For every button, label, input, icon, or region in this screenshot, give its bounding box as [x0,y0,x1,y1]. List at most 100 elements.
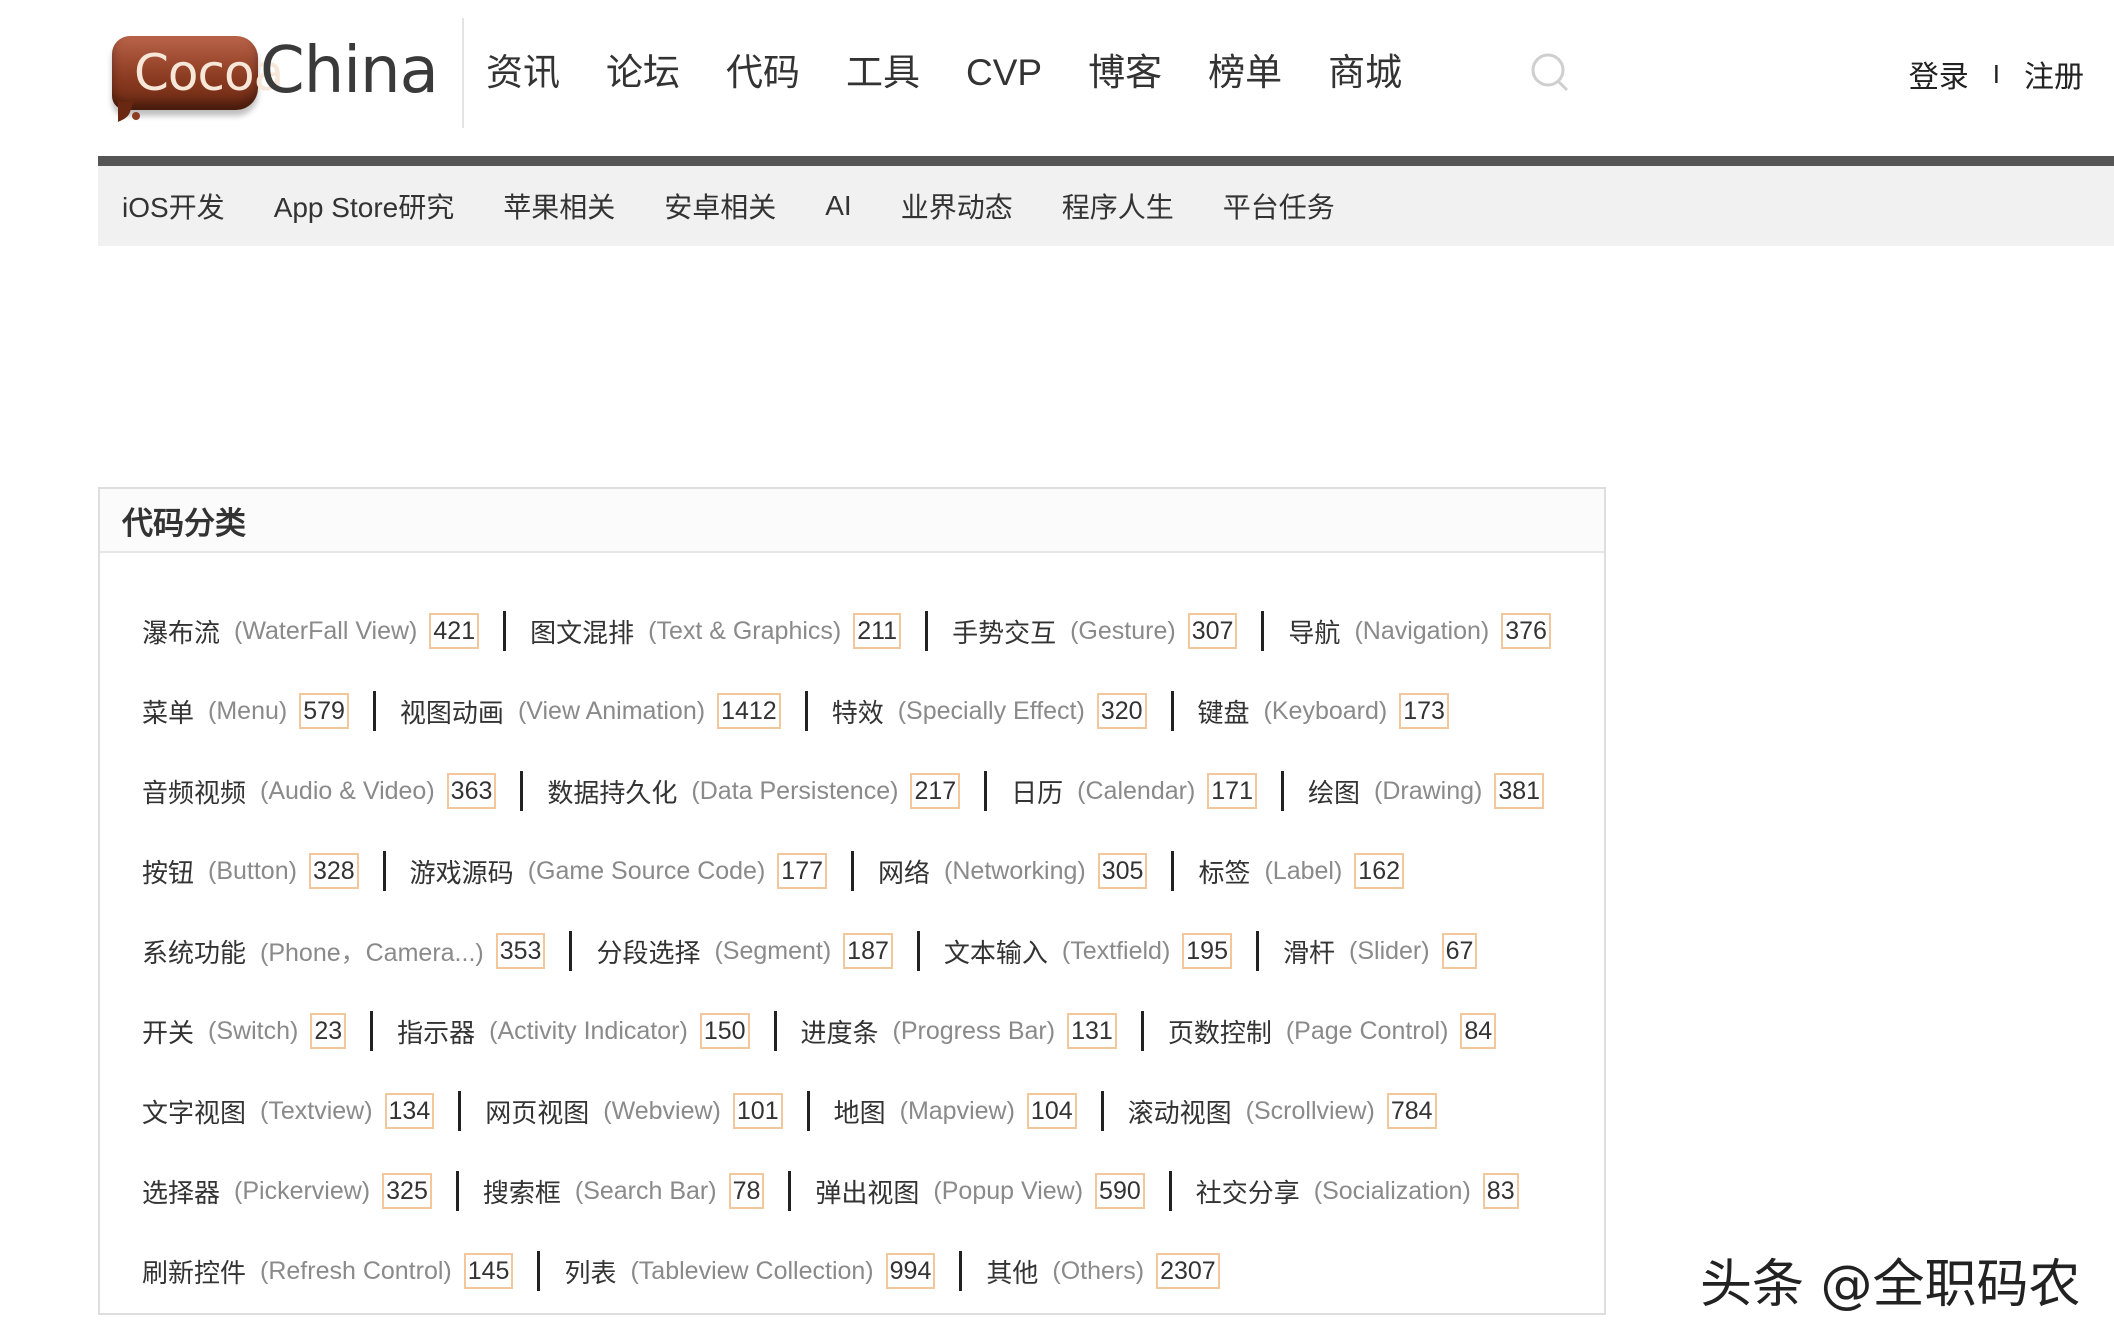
category-count-badge: 84 [1460,1013,1497,1049]
category-name: 键盘 [1197,697,1250,728]
category-link[interactable]: 文字视图 (Textview) 134 [142,1093,435,1130]
category-link[interactable]: 游戏源码 (Game Source Code) 177 [409,853,828,890]
category-separator [503,611,507,651]
category-name: 选择器 [142,1177,221,1208]
sub-nav-item-dev-life[interactable]: 程序人生 [1062,186,1174,226]
category-count-badge: 171 [1207,773,1257,809]
category-separator [370,1011,374,1051]
main-nav-item-code[interactable]: 代码 [726,48,800,98]
sub-nav-item-apple[interactable]: 苹果相关 [503,186,615,226]
main-nav-item-cvp[interactable]: CVP [966,48,1042,98]
category-link[interactable]: 特效 (Specially Effect) 320 [832,693,1147,730]
category-english-name: (Calendar) [1077,776,1196,805]
category-link[interactable]: 按钮 (Button) 328 [142,853,359,890]
category-separator [806,1091,810,1131]
category-link[interactable]: 弹出视图 (Popup View) 590 [815,1173,1145,1210]
category-count-badge: 328 [308,853,359,889]
main-nav: 资讯 论坛 代码 工具 CVP 博客 榜单 商城 [486,48,1448,98]
category-separator [458,1091,462,1131]
auth-separator: I [1992,58,2000,89]
logo-drip-icon [118,100,140,122]
category-name: 绘图 [1308,777,1361,808]
category-separator [1100,1091,1104,1131]
category-link[interactable]: 地图 (Mapview) 104 [834,1093,1077,1130]
category-link[interactable]: 社交分享 (Socialization) 83 [1196,1173,1519,1210]
sub-nav-item-android[interactable]: 安卓相关 [664,186,776,226]
category-name: 视图动画 [399,697,504,728]
category-link[interactable]: 导航 (Navigation) 376 [1288,613,1551,650]
category-name: 游戏源码 [409,857,514,888]
category-link[interactable]: 开关 (Switch) 23 [142,1013,347,1050]
main-nav-item-shop[interactable]: 商城 [1328,48,1402,98]
category-count-badge: 162 [1354,853,1405,889]
category-link[interactable]: 图文混排 (Text & Graphics) 211 [530,613,902,650]
category-name: 文本输入 [943,937,1048,968]
main-nav-item-forum[interactable]: 论坛 [606,48,680,98]
sub-nav-item-ios[interactable]: iOS开发 [122,186,225,226]
category-count-badge: 177 [777,853,828,889]
category-link[interactable]: 搜索框 (Search Bar) 78 [483,1173,765,1210]
main-nav-item-blog[interactable]: 博客 [1088,48,1162,98]
category-link[interactable]: 其他 (Others) 2307 [986,1253,1220,1290]
category-link[interactable]: 选择器 (Pickerview) 325 [142,1173,432,1210]
category-link[interactable]: 标签 (Label) 162 [1198,853,1405,890]
category-name: 系统功能 [142,937,247,968]
category-link[interactable]: 网页视图 (Webview) 101 [485,1093,783,1130]
category-english-name: (Textfield) [1061,936,1171,965]
category-link[interactable]: 绘图 (Drawing) 381 [1308,773,1545,810]
category-separator [1171,851,1175,891]
sub-nav-item-appstore[interactable]: App Store研究 [274,186,455,226]
sub-nav-item-ai[interactable]: AI [825,190,851,222]
category-link[interactable]: 刷新控件 (Refresh Control) 145 [142,1253,514,1290]
category-english-name: (Specially Effect) [897,696,1085,725]
category-link[interactable]: 菜单 (Menu) 579 [142,693,349,730]
category-english-name: (Gesture) [1070,616,1176,645]
category-name: 弹出视图 [815,1177,920,1208]
category-link[interactable]: 手势交互 (Gesture) 307 [952,613,1238,650]
category-english-name: (Others) [1052,1256,1145,1285]
category-count-badge: 187 [843,933,893,969]
category-link[interactable]: 进度条 (Progress Bar) 131 [801,1013,1117,1050]
category-link[interactable]: 指示器 (Activity Indicator) 150 [397,1013,750,1050]
category-count-badge: 217 [910,773,961,809]
category-link[interactable]: 滚动视图 (Scrollview) 784 [1128,1093,1437,1130]
search-icon[interactable] [1530,52,1574,96]
category-separator [1261,611,1265,651]
category-name: 音频视频 [142,777,247,808]
category-link[interactable]: 视图动画 (View Animation) 1412 [400,693,781,730]
category-separator [773,1011,777,1051]
category-link[interactable]: 文本输入 (Textfield) 195 [944,933,1232,970]
sub-nav-item-tasks[interactable]: 平台任务 [1223,186,1335,226]
category-link[interactable]: 音频视频 (Audio & Video) 363 [142,773,497,810]
category-link[interactable]: 数据持久化 (Data Persistence) 217 [547,773,961,810]
category-link[interactable]: 滑杆 (Slider) 67 [1283,933,1478,970]
main-nav-item-rankings[interactable]: 榜单 [1208,48,1282,98]
register-link[interactable]: 注册 [2024,52,2084,96]
login-link[interactable]: 登录 [1909,52,1969,96]
category-link[interactable]: 日历 (Calendar) 171 [1011,773,1257,810]
category-name: 搜索框 [482,1177,561,1208]
category-count-badge: 2307 [1156,1253,1220,1289]
main-nav-item-news[interactable]: 资讯 [486,48,560,98]
category-link[interactable]: 瀑布流 (WaterFall View) 421 [142,613,480,650]
sub-nav-item-industry[interactable]: 业界动态 [901,186,1013,226]
category-link[interactable]: 列表 (Tableview Collection) 994 [564,1253,936,1290]
category-name: 其他 [986,1257,1039,1288]
code-category-panel: 代码分类 瀑布流 (WaterFall View) 421 图文混排 (Text & G… [98,487,1606,1315]
category-english-name: (WaterFall View) [234,616,418,645]
category-name: 标签 [1198,857,1251,888]
category-link[interactable]: 页数控制 (Page Control) 84 [1168,1013,1497,1050]
category-count-badge: 353 [495,933,546,969]
main-nav-item-tools[interactable]: 工具 [846,48,920,98]
category-link[interactable]: 系统功能 (Phone，Camera...) 353 [142,933,546,970]
category-count-badge: 376 [1501,613,1551,649]
category-row: 选择器 (Pickerview) 325 搜索框 (Search Bar) 78 弹出视图 (… [142,1151,1551,1231]
category-count-badge: 211 [853,613,902,649]
site-logo[interactable]: Cocoa China [108,34,439,124]
category-link[interactable]: 网络 (Networking) 305 [878,853,1148,890]
category-link[interactable]: 键盘 (Keyboard) 173 [1198,693,1449,730]
category-count-badge: 994 [885,1253,936,1289]
category-link[interactable]: 分段选择 (Segment) 187 [596,933,893,970]
sub-nav: iOS开发 App Store研究 苹果相关 安卓相关 AI 业界动态 程序人生… [98,166,2114,246]
category-count-badge: 134 [384,1093,435,1129]
